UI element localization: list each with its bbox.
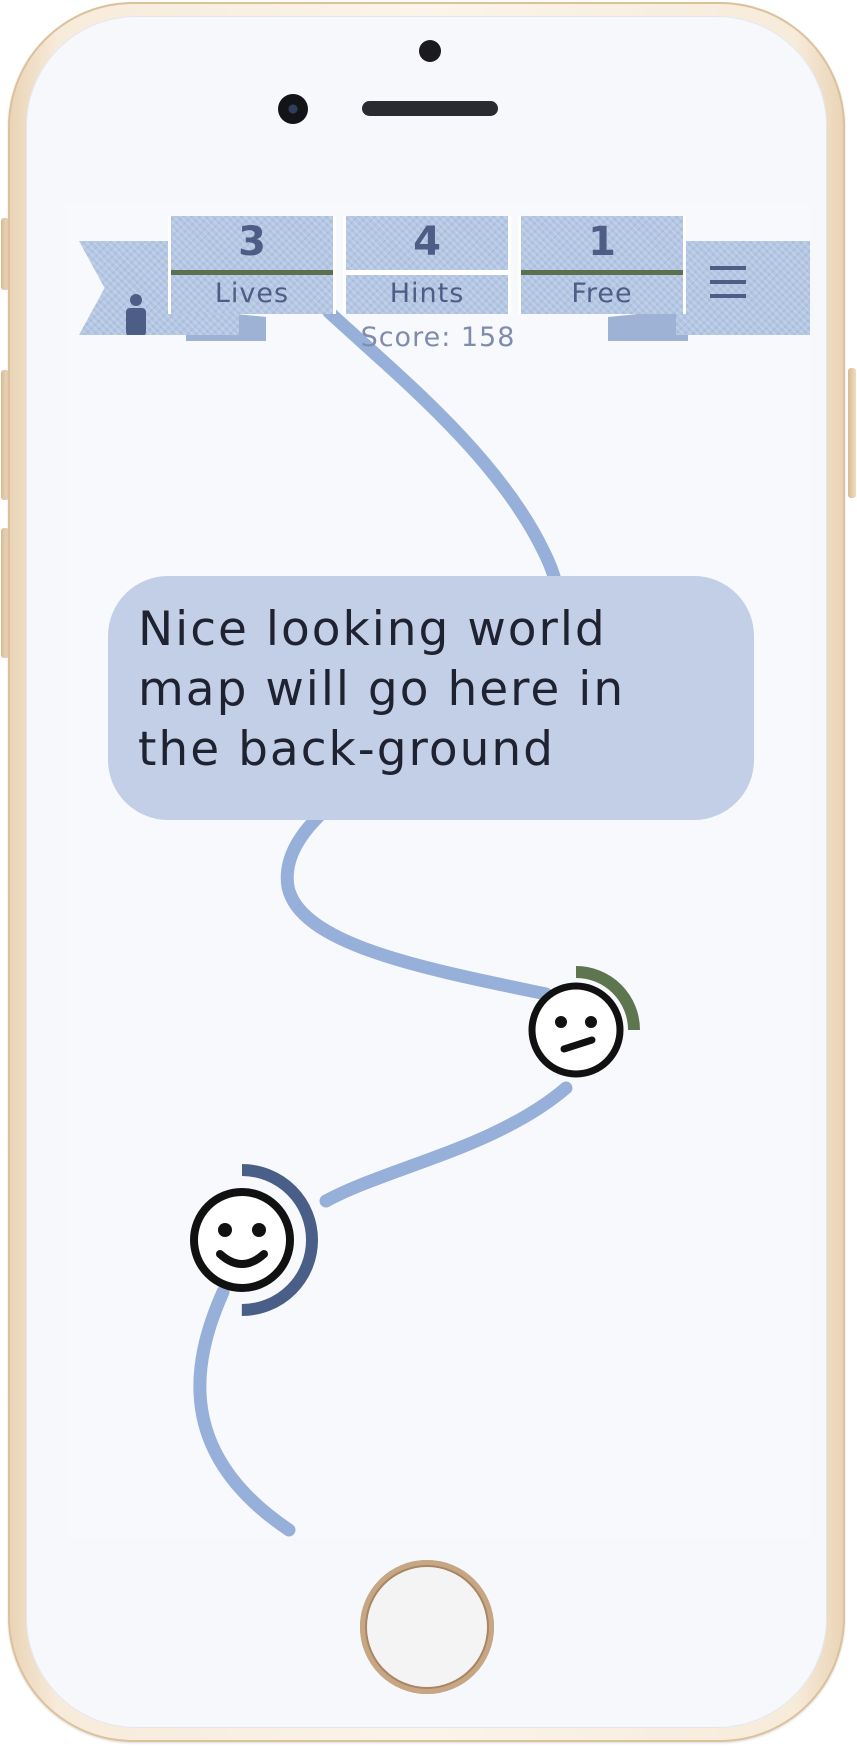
earpiece-speaker bbox=[362, 101, 498, 116]
lives-panel[interactable]: 3 Lives bbox=[168, 216, 336, 314]
free-panel[interactable]: 1 Free bbox=[518, 216, 686, 314]
hamburger-menu-icon bbox=[710, 266, 746, 298]
lives-label: Lives bbox=[214, 278, 290, 309]
hints-panel[interactable]: 4 Hints bbox=[343, 216, 511, 314]
lives-divider bbox=[171, 270, 333, 275]
map-placeholder-note: Nice looking world map will go here in t… bbox=[108, 576, 754, 820]
app-screen: 3 Lives 4 Hints 1 Free Score: 158 Nice l… bbox=[66, 204, 810, 1538]
proximity-sensor bbox=[419, 40, 441, 62]
free-divider bbox=[521, 270, 683, 275]
free-count: 1 bbox=[588, 219, 616, 265]
free-label: Free bbox=[571, 278, 633, 309]
level-path bbox=[193, 305, 573, 1537]
home-button[interactable] bbox=[360, 1560, 494, 1694]
score-display: Score: 158 bbox=[360, 322, 516, 353]
menu-ribbon[interactable] bbox=[676, 241, 810, 335]
front-camera bbox=[278, 94, 308, 124]
hints-label: Hints bbox=[389, 278, 465, 309]
power-button bbox=[848, 368, 856, 498]
level-node-neutral[interactable] bbox=[516, 952, 656, 1092]
hints-divider bbox=[346, 270, 508, 275]
path-bottom-segment bbox=[193, 1285, 296, 1537]
phone-device: 3 Lives 4 Hints 1 Free Score: 158 Nice l… bbox=[0, 0, 857, 1747]
hints-count: 4 bbox=[413, 219, 441, 265]
level-node-happy[interactable] bbox=[176, 1160, 336, 1320]
lives-count: 3 bbox=[238, 219, 266, 265]
path-middle-segment bbox=[319, 1081, 573, 1208]
